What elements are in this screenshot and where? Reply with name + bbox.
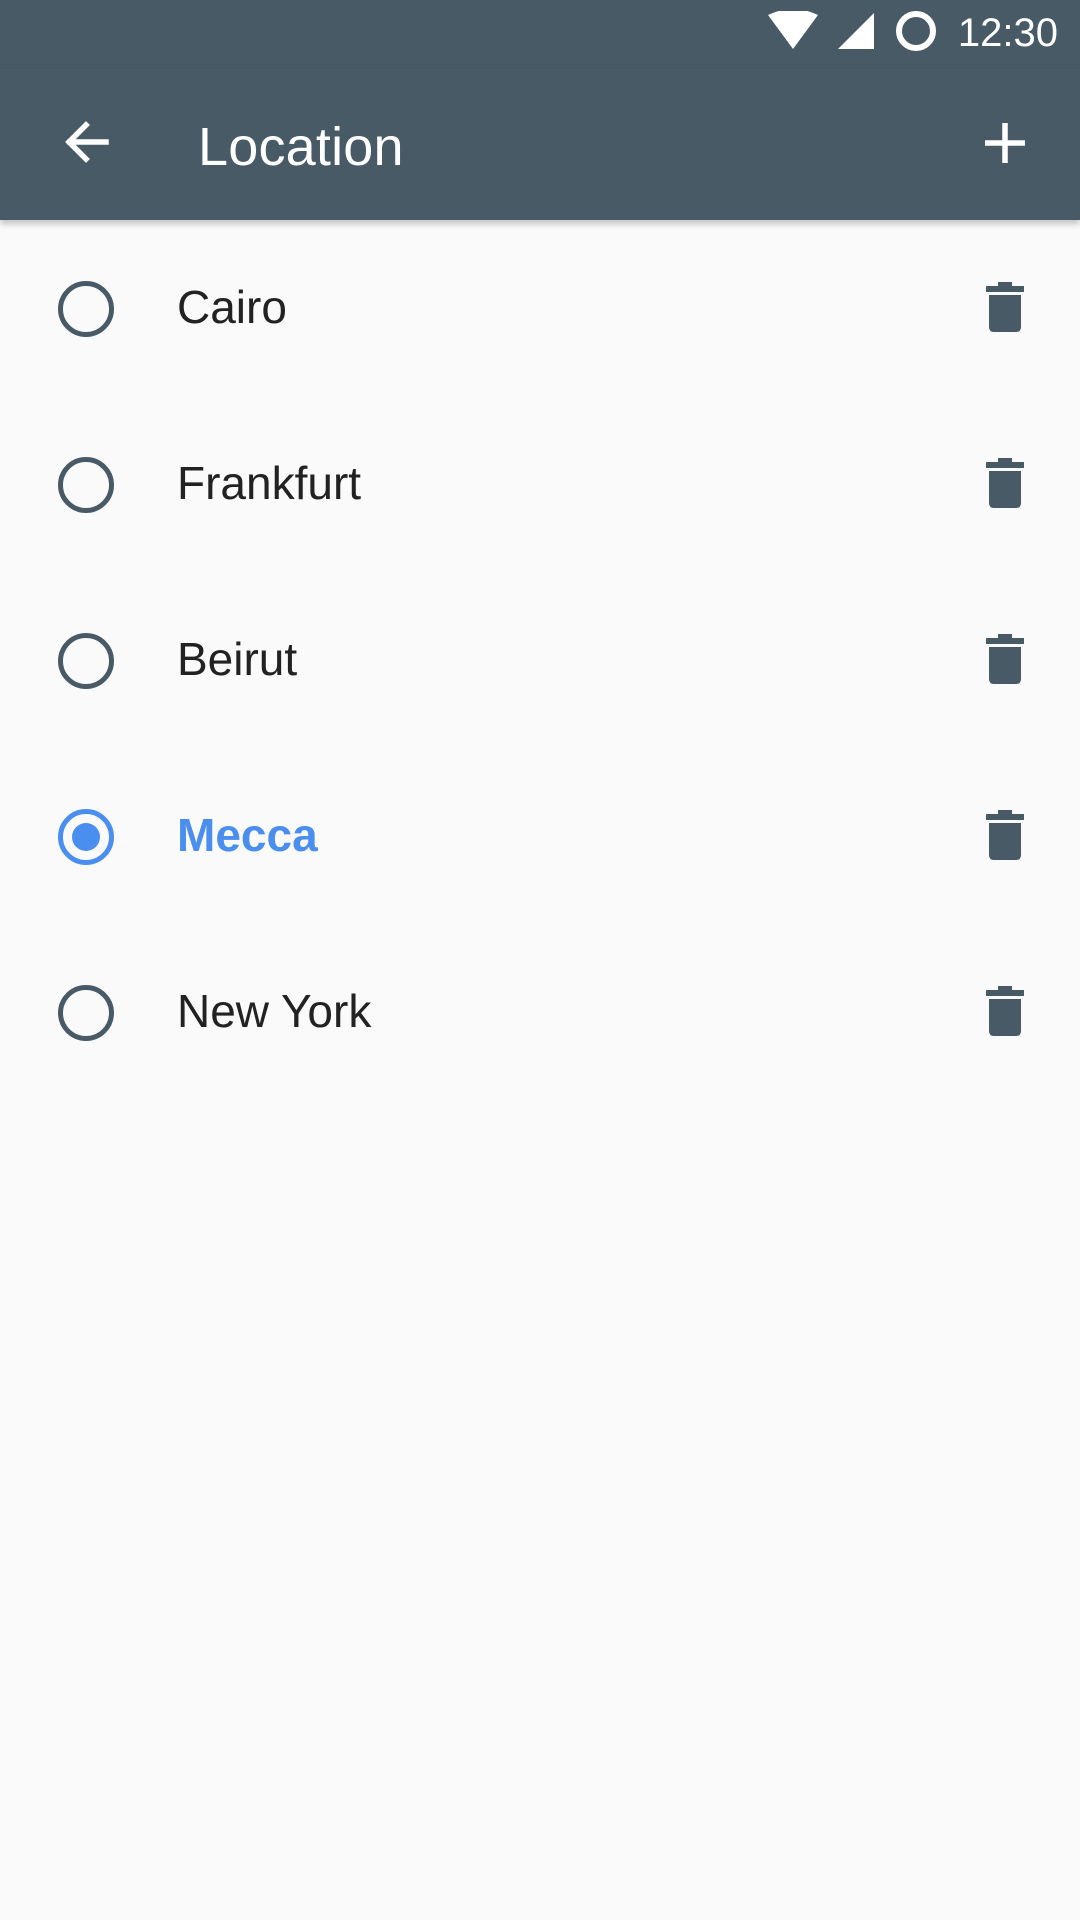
location-row-beirut[interactable]: Beirut — [0, 572, 1080, 748]
location-row-mecca[interactable]: Mecca — [0, 748, 1080, 924]
add-location-button[interactable] — [960, 100, 1050, 190]
radio-button[interactable] — [58, 985, 114, 1041]
delete-button[interactable] — [960, 968, 1050, 1058]
app-bar: Location — [0, 66, 1080, 220]
location-screen: 12:30 Location Cairo Frankfurt Beirut Me… — [0, 0, 1080, 1920]
status-bar: 12:30 — [0, 0, 1080, 66]
back-button[interactable] — [42, 99, 132, 189]
radio-button[interactable] — [58, 457, 114, 513]
delete-button[interactable] — [960, 440, 1050, 530]
radio-button-selected[interactable] — [58, 809, 114, 865]
delete-button[interactable] — [960, 616, 1050, 706]
status-time: 12:30 — [957, 10, 1058, 55]
location-row-new-york[interactable]: New York — [0, 924, 1080, 1100]
location-name: Cairo — [177, 281, 287, 333]
location-name-selected: Mecca — [177, 809, 318, 861]
sync-circle-icon — [894, 9, 938, 58]
page-title: Location — [198, 117, 404, 177]
location-list: Cairo Frankfurt Beirut Mecca New York — [0, 220, 1080, 1100]
plus-icon — [983, 121, 1027, 170]
location-row-frankfurt[interactable]: Frankfurt — [0, 396, 1080, 572]
radio-button[interactable] — [58, 633, 114, 689]
status-icons: 12:30 — [767, 0, 1058, 66]
delete-button[interactable] — [960, 792, 1050, 882]
arrow-back-icon — [62, 117, 112, 172]
trash-icon — [986, 809, 1024, 865]
trash-icon — [986, 985, 1024, 1041]
trash-icon — [986, 457, 1024, 513]
location-name: Beirut — [177, 633, 298, 685]
delete-button[interactable] — [960, 264, 1050, 354]
trash-icon — [986, 633, 1024, 689]
trash-icon — [986, 281, 1024, 337]
radio-button[interactable] — [58, 281, 114, 337]
location-name: Frankfurt — [177, 457, 362, 509]
location-row-cairo[interactable]: Cairo — [0, 220, 1080, 396]
wifi-icon — [767, 8, 818, 56]
cellular-signal-icon — [836, 11, 876, 56]
location-name: New York — [177, 985, 372, 1037]
